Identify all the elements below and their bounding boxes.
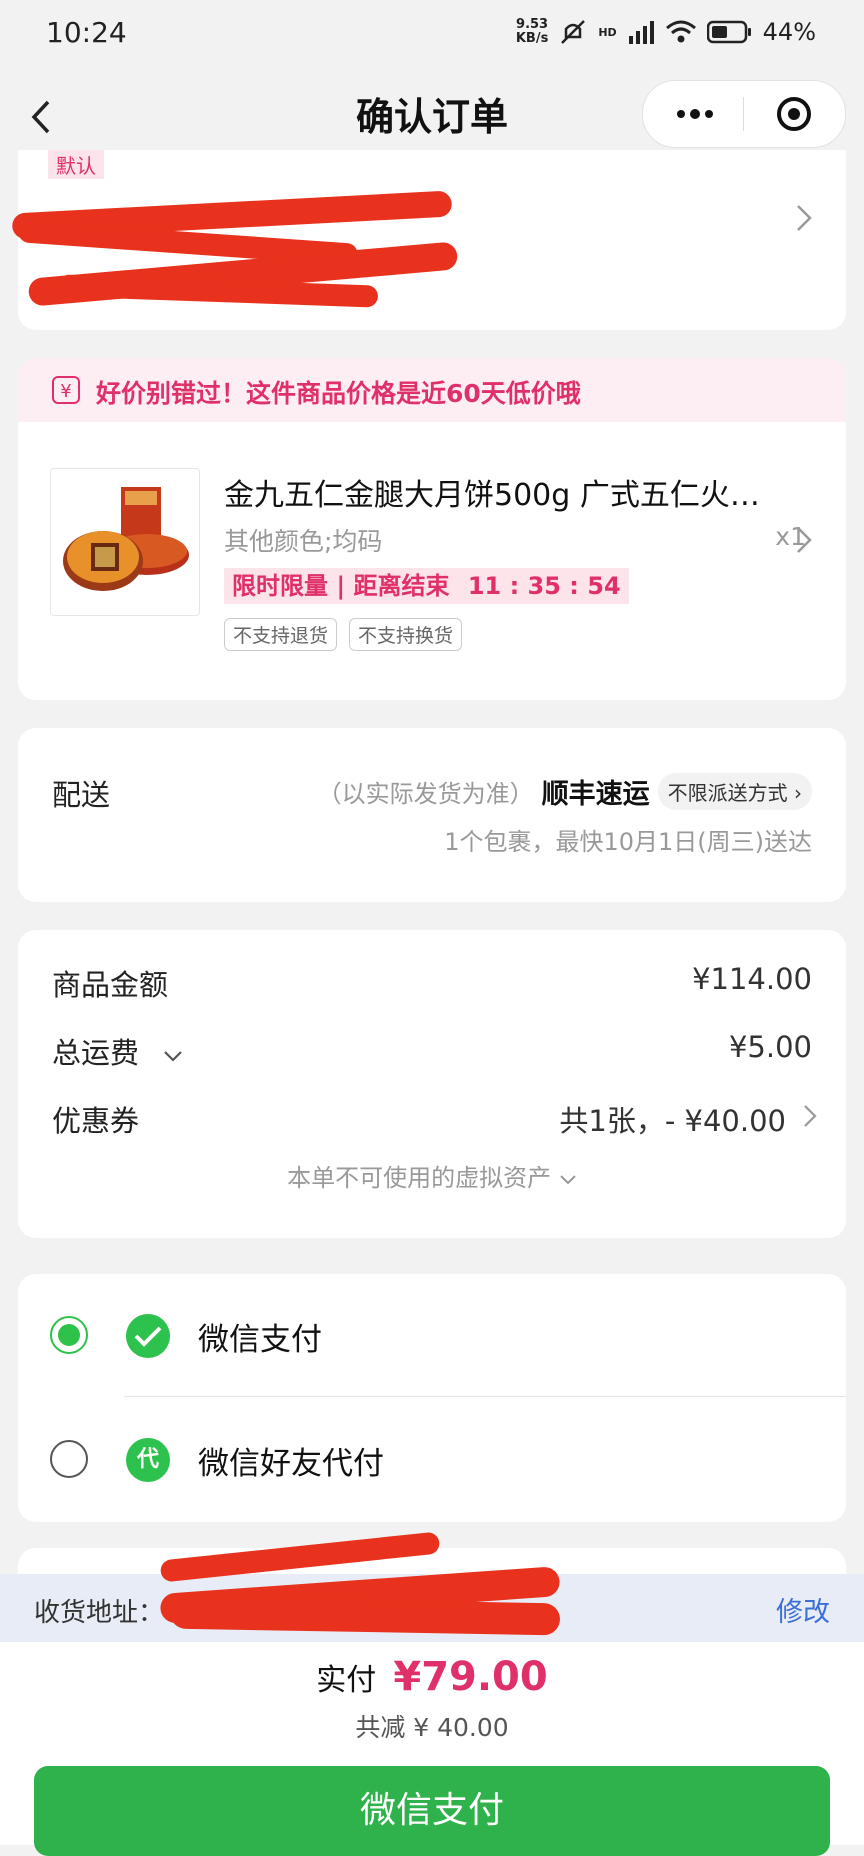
virtual-assets-label: 本单不可使用的虚拟资产 <box>287 1164 552 1192</box>
price-summary-card: 商品金额 ¥114.00 总运费 ¥5.00 优惠券 共1张，- ¥40.00 … <box>18 930 846 1238</box>
address-card[interactable]: 默认 <box>11 150 846 330</box>
wechat-pay-icon <box>126 1314 170 1358</box>
delivery-note: （以实际发货为准） <box>317 780 534 808</box>
coupon-value[interactable]: 共1张，- ¥40.00 <box>559 1098 786 1140</box>
mute-icon <box>561 20 586 44</box>
redaction-mark <box>169 1596 561 1636</box>
shipping-fee-label: 总运费 <box>52 1036 140 1070</box>
friend-pay-radio[interactable] <box>50 1440 88 1478</box>
shipping-address-bar: 收货地址： 修改 <box>0 1566 864 1642</box>
wechat-pay-label[interactable]: 微信支付 <box>198 1314 322 1359</box>
edit-address-button[interactable]: 修改 <box>776 1590 830 1629</box>
wechat-pay-radio[interactable] <box>50 1316 88 1354</box>
mooncake-box-image <box>51 469 199 615</box>
checkout-panel: 实付 ¥79.00 共减 ¥ 40.00 微信支付 <box>0 1642 864 1856</box>
friend-pay-label[interactable]: 微信好友代付 <box>198 1438 384 1483</box>
default-address-tag: 默认 <box>48 150 104 179</box>
delivery-info: （以实际发货为准） 顺丰速运 不限派送方式 › <box>318 772 812 811</box>
total-payable: 实付 ¥79.00 <box>0 1654 864 1700</box>
address-bar-label: 收货地址： <box>34 1598 165 1628</box>
promo-banner: ¥ 好价别错过！这件商品价格是近60天低价哦 <box>18 358 846 422</box>
chevron-right-icon[interactable] <box>802 1102 818 1130</box>
product-spec: 其他颜色;均码 <box>224 527 383 556</box>
friend-pay-icon: 代 <box>126 1438 170 1482</box>
battery-icon <box>706 20 751 44</box>
delivery-method-selector[interactable]: 不限派送方式 › <box>657 773 812 810</box>
product-thumbnail[interactable] <box>50 468 200 616</box>
delivery-label: 配送 <box>52 778 111 812</box>
address-line: 默认 <box>48 150 116 180</box>
close-miniprogram-icon[interactable] <box>775 95 813 133</box>
virtual-assets-toggle[interactable]: 本单不可使用的虚拟资产 <box>18 1158 846 1193</box>
promo-text: 好价别错过！这件商品价格是近60天低价哦 <box>96 379 581 408</box>
more-icon[interactable] <box>673 103 717 125</box>
net-speed-unit: KB/s <box>515 31 549 46</box>
delivery-card[interactable]: 配送 （以实际发货为准） 顺丰速运 不限派送方式 › 1个包裹，最快10月1日(… <box>18 728 846 902</box>
delivery-eta: 1个包裹，最快10月1日(周三)送达 <box>444 828 812 856</box>
status-indicators: 9.53 KB/s HD 44% <box>516 18 816 47</box>
chevron-right-icon <box>797 205 812 231</box>
no-return-tag: 不支持退货 <box>224 618 338 651</box>
countdown-timer: 11 : 35 : 54 <box>467 572 621 600</box>
delivery-method-label: 不限派送方式 <box>667 781 788 805</box>
price-tag-icon: ¥ <box>52 376 80 404</box>
limited-offer-countdown: 限时限量 | 距离结束 11 : 35 : 54 <box>224 568 629 604</box>
wechat-pay-button[interactable]: 微信支付 <box>34 1766 830 1856</box>
limited-offer-label: 限时限量 | 距离结束 <box>232 572 450 600</box>
product-name: 金九五仁金腿大月饼500g 广式五仁火… <box>224 478 760 513</box>
wifi-icon <box>665 20 696 43</box>
net-speed-value: 9.53 <box>516 17 549 32</box>
battery-percent: 44% <box>762 18 816 46</box>
shipping-fee-value: ¥5.00 <box>728 1030 812 1064</box>
miniprogram-capsule <box>642 80 846 148</box>
chevron-right-icon <box>797 527 812 553</box>
total-label: 实付 <box>316 1663 377 1698</box>
delivery-carrier: 顺丰速运 <box>541 779 650 810</box>
total-discount: 共减 ¥ 40.00 <box>355 1713 509 1742</box>
no-exchange-tag: 不支持换货 <box>349 618 463 651</box>
payment-method-card: 微信支付 代 微信好友代付 <box>18 1274 846 1522</box>
shipping-fee-row[interactable]: 总运费 <box>52 1030 184 1072</box>
capsule-divider <box>743 97 744 131</box>
chevron-down-icon <box>164 1051 183 1062</box>
product-card[interactable]: ¥ 好价别错过！这件商品价格是近60天低价哦 金九五仁金腿大月饼500g 广式五… <box>18 358 846 700</box>
total-amount: ¥79.00 <box>393 1654 548 1700</box>
goods-amount-label: 商品金额 <box>52 968 169 1002</box>
status-bar: 10:24 9.53 KB/s HD 44% <box>0 0 864 70</box>
chevron-down-icon <box>560 1175 576 1185</box>
divider <box>124 1396 846 1397</box>
network-type: HD <box>598 25 617 39</box>
net-speed: 9.53 KB/s <box>516 18 548 46</box>
status-time: 10:24 <box>46 16 127 49</box>
signal-icon <box>628 21 654 44</box>
chevron-right-icon: › <box>794 781 802 805</box>
service-tags: 不支持退货 不支持换货 <box>224 618 463 651</box>
coupon-label: 优惠券 <box>52 1104 140 1138</box>
goods-amount-value: ¥114.00 <box>692 962 812 996</box>
